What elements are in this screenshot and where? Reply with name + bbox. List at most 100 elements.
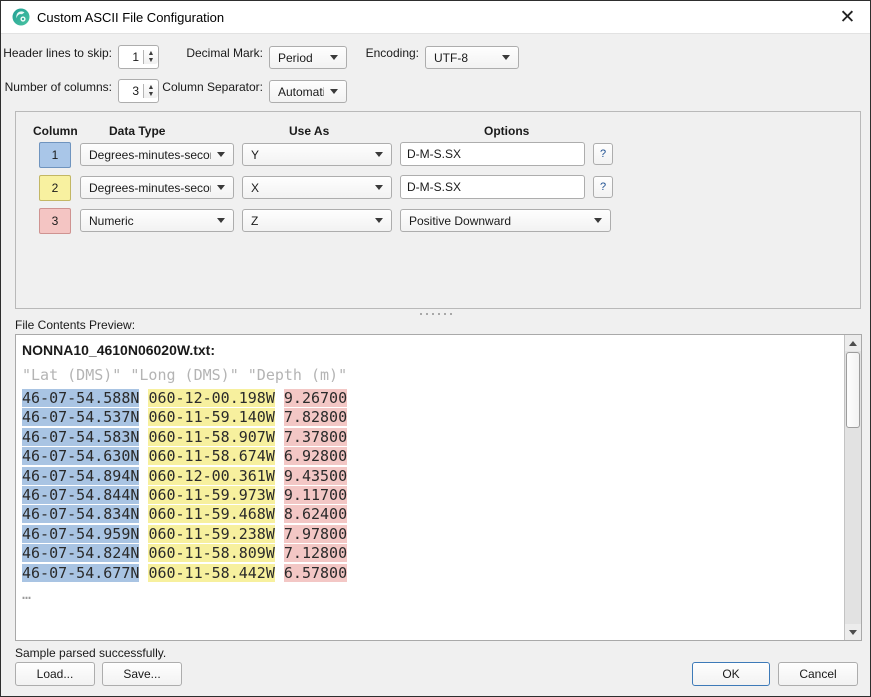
- preview-lon-cell: 060-11-58.907W: [148, 428, 274, 446]
- data-type-select[interactable]: Degrees-minutes-seconds: [80, 143, 234, 166]
- help-label: ?: [600, 181, 606, 193]
- options-value: Positive Downward: [409, 214, 588, 228]
- preview-lon-cell: 060-11-59.468W: [148, 505, 274, 523]
- ok-button[interactable]: OK: [692, 662, 770, 686]
- vertical-scrollbar[interactable]: [844, 335, 861, 640]
- scroll-down-icon[interactable]: [845, 624, 861, 640]
- preview-lat-cell: 46-07-54.677N: [22, 564, 139, 582]
- preview-lat-cell: 46-07-54.824N: [22, 544, 139, 562]
- preview-lat-cell: 46-07-54.844N: [22, 486, 139, 504]
- options-header: Options: [484, 124, 529, 138]
- preview-lat-cell: 46-07-54.583N: [22, 428, 139, 446]
- preview-depth-cell: 7.97800: [284, 525, 347, 543]
- cancel-button[interactable]: Cancel: [778, 662, 858, 686]
- preview-data-row: 46-07-54.959N 060-11-59.238W 7.97800: [22, 525, 839, 544]
- num-columns-spinner[interactable]: 3 ▲ ▼: [118, 79, 159, 103]
- preview-lon-cell: 060-11-59.238W: [148, 525, 274, 543]
- header-lines-spinner[interactable]: 1 ▲ ▼: [118, 45, 159, 69]
- encoding-select[interactable]: UTF-8: [425, 46, 519, 69]
- header-lines-value[interactable]: 1: [119, 50, 143, 64]
- preview-data-row: 46-07-54.630N 060-11-58.674W 6.92800: [22, 447, 839, 466]
- spin-up-icon[interactable]: ▲: [144, 84, 158, 91]
- preview-lon-cell: 060-11-59.140W: [148, 408, 274, 426]
- header-lines-spin-buttons[interactable]: ▲ ▼: [143, 50, 158, 64]
- preview-depth-cell: 6.57800: [284, 564, 347, 582]
- decimal-mark-value: Period: [278, 51, 324, 65]
- data-type-select[interactable]: Degrees-minutes-seconds: [80, 176, 234, 199]
- options-select[interactable]: Positive Downward: [400, 209, 611, 232]
- preview-lon-cell: 060-11-59.973W: [148, 486, 274, 504]
- column-separator-select[interactable]: Automatic: [269, 80, 347, 103]
- status-message: Sample parsed successfully.: [15, 646, 166, 660]
- close-icon[interactable]: ✕: [825, 1, 870, 33]
- chevron-down-icon: [330, 89, 338, 94]
- preview-depth-cell: 9.43500: [284, 467, 347, 485]
- column-separator-value: Automatic: [278, 85, 324, 99]
- options-input[interactable]: D-M-S.SX: [400, 175, 585, 199]
- use-as-value: Y: [251, 148, 369, 162]
- scroll-up-icon[interactable]: [845, 335, 861, 351]
- custom-ascii-config-dialog: Custom ASCII File Configuration ✕ Header…: [0, 0, 871, 697]
- help-label: ?: [600, 148, 606, 160]
- preview-depth-cell: 7.82800: [284, 408, 347, 426]
- decimal-mark-select[interactable]: Period: [269, 46, 347, 69]
- preview-lat-cell: 46-07-54.894N: [22, 467, 139, 485]
- splitter-handle[interactable]: [1, 310, 870, 318]
- chevron-down-icon: [330, 55, 338, 60]
- help-button[interactable]: ?: [593, 176, 613, 198]
- preview-lat-cell: 46-07-54.537N: [22, 408, 139, 426]
- num-columns-label: Number of columns:: [5, 80, 112, 94]
- preview-data-row: 46-07-54.824N 060-11-58.809W 7.12800: [22, 544, 839, 563]
- columns-config-panel: Column Data Type Use As Options 1 Degree…: [15, 111, 861, 309]
- data-type-value: Degrees-minutes-seconds: [89, 148, 211, 162]
- column-config-row: 3 Numeric Z Positive Downward: [16, 208, 860, 234]
- column-index-badge: 3: [39, 208, 71, 234]
- spin-down-icon[interactable]: ▼: [144, 57, 158, 64]
- options-value: D-M-S.SX: [407, 147, 461, 161]
- use-as-select[interactable]: X: [242, 176, 392, 199]
- preview-depth-cell: 9.11700: [284, 486, 347, 504]
- chevron-down-icon: [217, 152, 225, 157]
- chevron-down-icon: [375, 218, 383, 223]
- data-type-value: Numeric: [89, 214, 211, 228]
- splitter-grip-icon: [420, 313, 452, 315]
- encoding-value: UTF-8: [434, 51, 496, 65]
- column-config-row: 1 Degrees-minutes-seconds Y D-M-S.SX ?: [16, 142, 860, 168]
- column-index-badge: 2: [39, 175, 71, 201]
- load-button[interactable]: Load...: [15, 662, 95, 686]
- use-as-header: Use As: [289, 124, 329, 138]
- preview-lon-cell: 060-11-58.809W: [148, 544, 274, 562]
- preview-depth-cell: 8.62400: [284, 505, 347, 523]
- help-button[interactable]: ?: [593, 143, 613, 165]
- chevron-down-icon: [217, 218, 225, 223]
- save-button[interactable]: Save...: [102, 662, 182, 686]
- scrollbar-thumb[interactable]: [846, 352, 860, 428]
- file-contents-preview[interactable]: NONNA10_4610N06020W.txt: "Lat (DMS)" "Lo…: [15, 334, 862, 641]
- app-logo-icon: [12, 8, 30, 26]
- spin-down-icon[interactable]: ▼: [144, 91, 158, 98]
- preview-data-row: 46-07-54.844N 060-11-59.973W 9.11700: [22, 486, 839, 505]
- num-columns-spin-buttons[interactable]: ▲ ▼: [143, 84, 158, 98]
- header-lines-label: Header lines to skip:: [3, 46, 112, 60]
- preview-lon-cell: 060-11-58.442W: [148, 564, 274, 582]
- preview-data-rows: 46-07-54.588N 060-12-00.198W 9.2670046-0…: [22, 389, 839, 583]
- use-as-select[interactable]: Y: [242, 143, 392, 166]
- num-columns-value[interactable]: 3: [119, 84, 143, 98]
- preview-filename: NONNA10_4610N06020W.txt:: [22, 340, 839, 360]
- use-as-select[interactable]: Z: [242, 209, 392, 232]
- data-type-select[interactable]: Numeric: [80, 209, 234, 232]
- preview-lon-cell: 060-12-00.198W: [148, 389, 274, 407]
- preview-label: File Contents Preview:: [15, 318, 135, 332]
- spin-up-icon[interactable]: ▲: [144, 50, 158, 57]
- options-input[interactable]: D-M-S.SX: [400, 142, 585, 166]
- preview-data-row: 46-07-54.583N 060-11-58.907W 7.37800: [22, 428, 839, 447]
- preview-data-row: 46-07-54.834N 060-11-59.468W 8.62400: [22, 505, 839, 524]
- chevron-down-icon: [375, 152, 383, 157]
- preview-depth-cell: 7.12800: [284, 544, 347, 562]
- preview-lon-cell: 060-12-00.361W: [148, 467, 274, 485]
- chevron-down-icon: [217, 185, 225, 190]
- chevron-down-icon: [502, 55, 510, 60]
- preview-depth-cell: 9.26700: [284, 389, 347, 407]
- column-index-badge: 1: [39, 142, 71, 168]
- preview-ellipsis: …: [22, 583, 839, 605]
